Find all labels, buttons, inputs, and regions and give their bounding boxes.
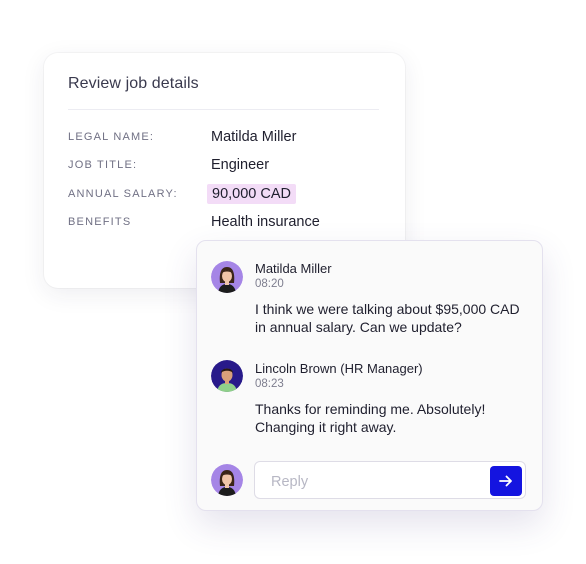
field-value: Engineer	[211, 157, 270, 173]
message-author: Matilda Miller	[255, 261, 332, 276]
message-author: Lincoln Brown (HR Manager)	[255, 361, 423, 376]
arrow-right-icon	[498, 473, 514, 489]
message-time: 08:20	[255, 278, 284, 290]
field-label: JOB TITLE:	[68, 159, 138, 171]
send-button[interactable]	[490, 466, 522, 496]
field-row-legal-name: LEGAL NAME: Matilda Miller	[68, 127, 385, 147]
message-time: 08:23	[255, 378, 284, 390]
current-user-avatar	[211, 464, 243, 496]
divider	[68, 109, 379, 110]
man-avatar	[211, 360, 243, 392]
field-label: ANNUAL SALARY:	[68, 188, 178, 200]
message-text: Thanks for reminding me. Absolutely! Cha…	[255, 401, 486, 435]
reply-input[interactable]	[269, 471, 483, 493]
field-row-benefits: BENEFITS Health insurance	[68, 212, 385, 232]
chat-panel: Matilda Miller 08:20 I think we were tal…	[196, 240, 543, 511]
field-value-highlighted: 90,000 CAD	[207, 184, 296, 204]
reply-box	[254, 461, 526, 499]
field-value: Matilda Miller	[211, 129, 297, 145]
job-details-title: Review job details	[68, 75, 199, 92]
message-text: I think we were talking about $95,000 CA…	[255, 301, 520, 335]
woman-avatar	[211, 261, 243, 293]
field-row-job-title: JOB TITLE: Engineer	[68, 155, 385, 175]
field-value: Health insurance	[211, 214, 320, 230]
field-label: LEGAL NAME:	[68, 131, 155, 143]
field-row-annual-salary: ANNUAL SALARY: 90,000 CAD	[68, 184, 385, 204]
field-label: BENEFITS	[68, 216, 132, 228]
